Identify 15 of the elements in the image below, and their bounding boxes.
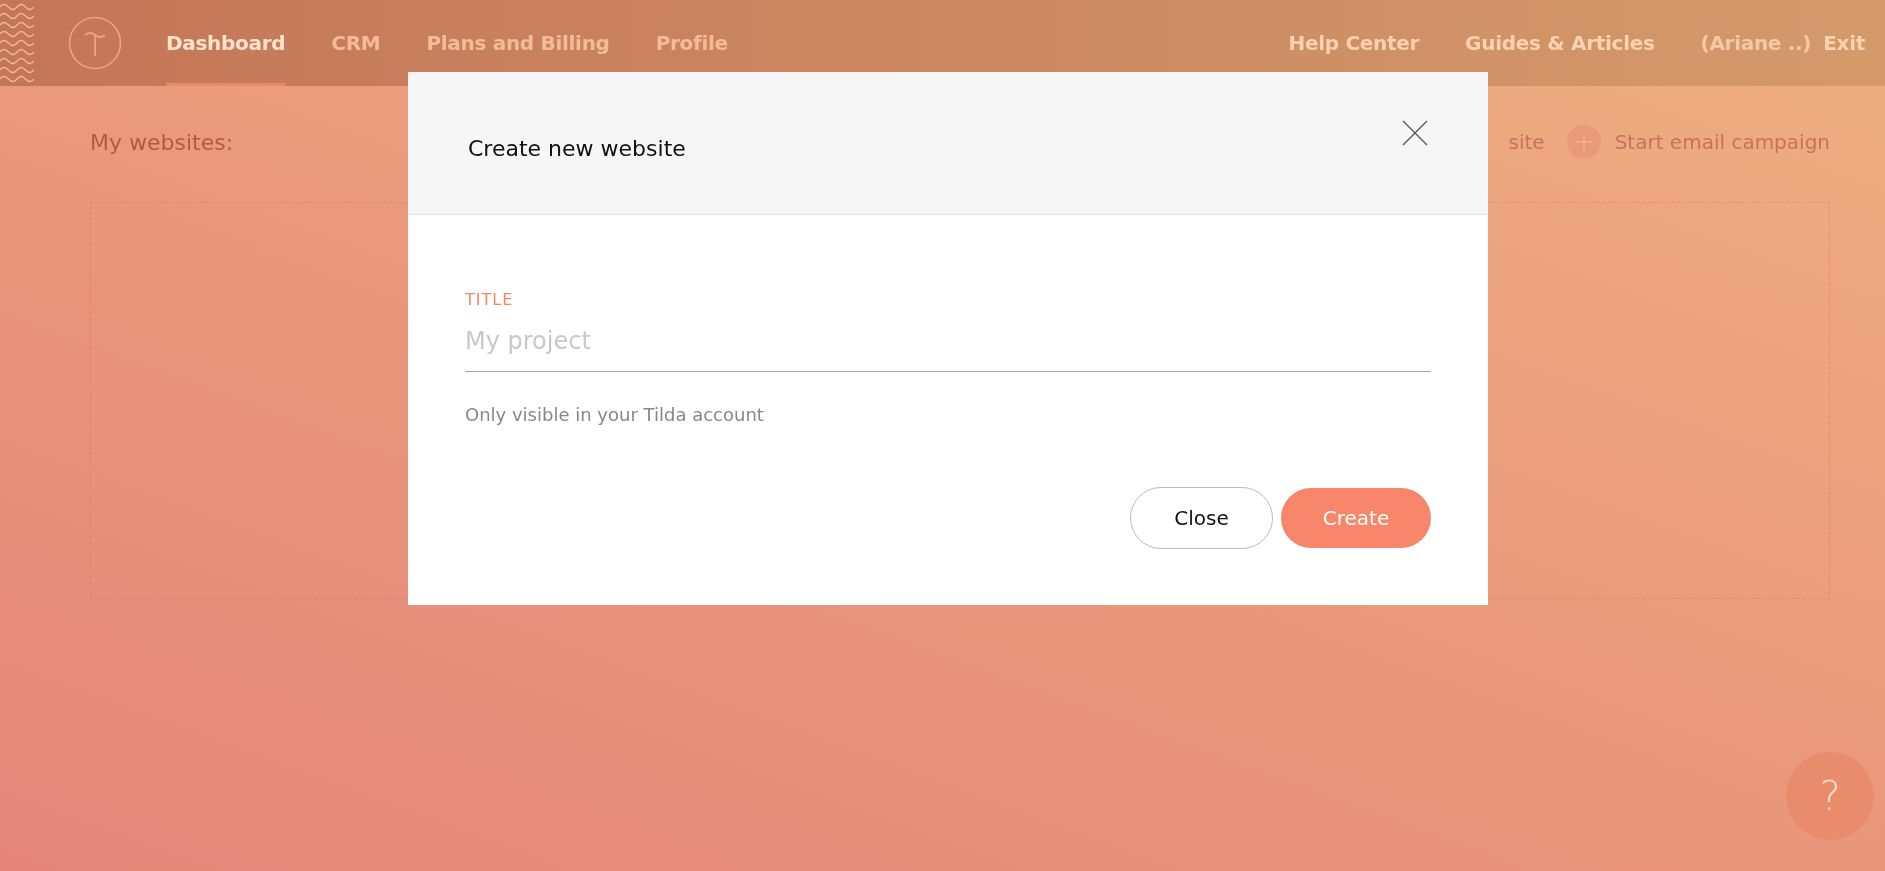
section-heading: My websites: (90, 129, 234, 155)
user-name: (Ariane ..) (1700, 31, 1812, 55)
create-button[interactable]: Create (1281, 488, 1431, 548)
close-button[interactable]: Close (1130, 487, 1273, 549)
exit-link[interactable]: Exit (1823, 31, 1865, 55)
close-icon[interactable] (1402, 120, 1428, 146)
header-link[interactable]: Help Center (1288, 31, 1420, 55)
header-link[interactable]: Guides & Articles (1465, 31, 1655, 55)
dialog-title: Create new website (468, 135, 686, 161)
help-button[interactable]: ? (1786, 752, 1874, 840)
action-link[interactable]: Start email campaign (1566, 125, 1830, 159)
field-hint: Only visible in your Tilda account (465, 404, 765, 425)
field-label: TITLE (465, 290, 515, 309)
nav-tab[interactable]: Dashboard (166, 0, 286, 86)
nav-tab[interactable]: CRM (331, 0, 381, 86)
